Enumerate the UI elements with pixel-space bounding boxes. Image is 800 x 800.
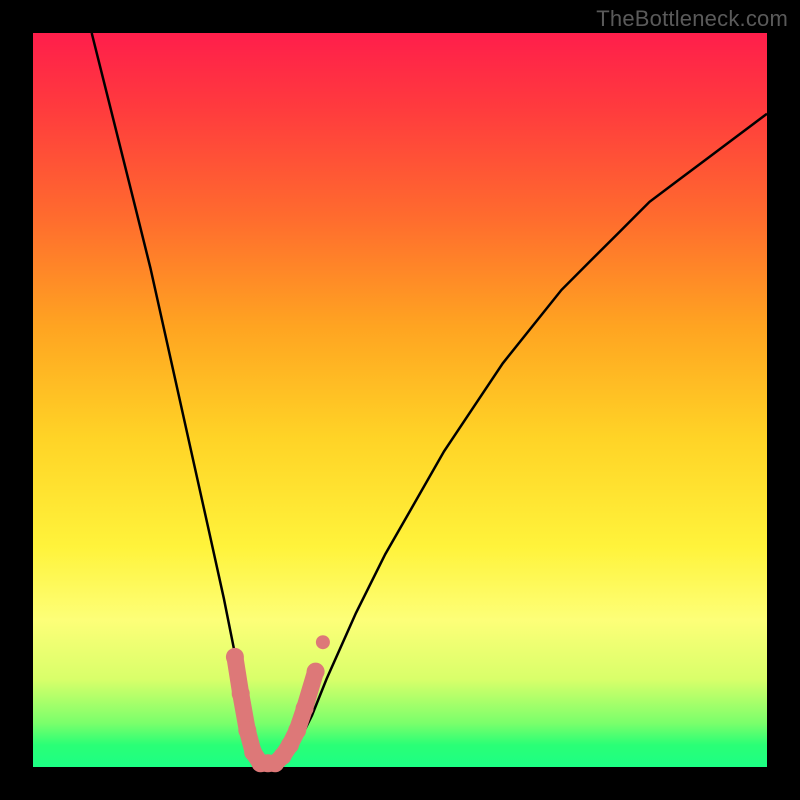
marker-point xyxy=(296,699,314,717)
marker-point xyxy=(288,721,306,739)
detached-marker xyxy=(316,635,330,649)
watermark-text: TheBottleneck.com xyxy=(596,6,788,32)
marker-point xyxy=(307,663,325,681)
bottleneck-curve xyxy=(92,33,767,763)
chart-svg xyxy=(33,33,767,767)
marker-point xyxy=(232,685,250,703)
marker-point xyxy=(238,721,256,739)
marker-point xyxy=(226,648,244,666)
chart-frame: TheBottleneck.com xyxy=(0,0,800,800)
